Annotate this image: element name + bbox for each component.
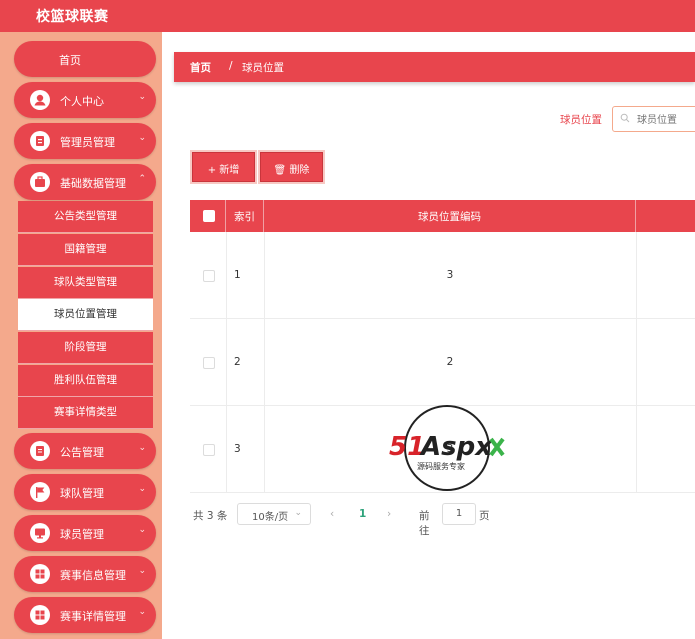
- row-checkbox[interactable]: [203, 357, 215, 369]
- monitor-icon: [30, 523, 50, 543]
- goto-suffix: 页: [479, 510, 490, 522]
- watermark-logo: 51 Aspx 源码服务专家: [387, 403, 511, 493]
- sidebar-item-label: 管理员管理: [60, 136, 115, 149]
- flag-icon: [30, 482, 50, 502]
- grid-icon: [30, 564, 50, 584]
- next-page-button[interactable]: ›: [387, 508, 391, 520]
- row-index: 2: [234, 356, 241, 368]
- top-header: 校篮球联赛: [0, 0, 695, 32]
- submenu-item-match-detail-type[interactable]: 赛事详情类型: [18, 397, 153, 429]
- chevron-down-icon: ⌄: [138, 443, 146, 453]
- column-divider: [226, 319, 227, 405]
- row-index: 1: [234, 269, 241, 281]
- sidebar-item-label: 首页: [59, 54, 81, 67]
- sidebar-item-team[interactable]: 球队管理 ⌄: [14, 474, 156, 510]
- sidebar-item-match-info[interactable]: 赛事信息管理 ⌄: [14, 556, 156, 592]
- svg-text:源码服务专家: 源码服务专家: [417, 461, 465, 471]
- table-row: 1 3: [190, 232, 695, 319]
- column-divider: [226, 232, 227, 318]
- column-divider: [226, 406, 227, 492]
- svg-text:Aspx: Aspx: [419, 432, 493, 462]
- chevron-down-icon: ⌄: [138, 566, 146, 576]
- sidebar-item-label: 个人中心: [60, 95, 104, 108]
- page-size-value: 10条/页: [252, 512, 289, 523]
- player-position-search-input[interactable]: [635, 111, 695, 129]
- breadcrumb-separator: /: [229, 60, 233, 72]
- submenu-item-team-type[interactable]: 球队类型管理: [18, 267, 153, 299]
- goto-label: 前往: [419, 510, 430, 537]
- delete-label-text: 删除: [289, 165, 310, 176]
- submenu-item-notice-type[interactable]: 公告类型管理: [18, 201, 153, 233]
- header-index-label: 索引: [234, 211, 255, 223]
- chevron-down-icon: ⌄: [138, 525, 146, 535]
- submenu-item-nationality[interactable]: 国籍管理: [18, 234, 153, 266]
- header-select-all[interactable]: [190, 200, 226, 232]
- table-row: 2 2: [190, 319, 695, 406]
- player-position-filter-label: 球员位置: [560, 114, 602, 126]
- submenu-item-player-position[interactable]: 球员位置管理: [18, 299, 153, 331]
- sidebar-item-basic-data[interactable]: 基础数据管理 ⌃: [14, 164, 156, 200]
- row-position-code: 3: [446, 269, 454, 281]
- sidebar-item-label: 赛事详情管理: [60, 610, 126, 623]
- user-icon: [30, 90, 50, 110]
- document-icon: [30, 441, 50, 461]
- delete-button[interactable]: 🗑 删除: [260, 152, 323, 182]
- add-button-label: + 新增: [207, 165, 240, 176]
- breadcrumb: 首页 / 球员位置: [174, 52, 695, 82]
- sidebar-item-admin[interactable]: 管理员管理 ⌄: [14, 123, 156, 159]
- trash-icon: 🗑: [273, 165, 287, 176]
- svg-text:51: 51: [389, 432, 425, 462]
- sidebar-item-label: 赛事信息管理: [60, 569, 126, 582]
- chevron-down-icon: ⌄: [138, 133, 146, 143]
- chevron-down-icon: ⌄: [138, 607, 146, 617]
- select-all-checkbox[interactable]: [203, 210, 215, 222]
- header-position-code-label: 球员位置编码: [418, 211, 481, 223]
- row-checkbox[interactable]: [203, 270, 215, 282]
- row-position-code: 2: [446, 356, 454, 368]
- header-index: 索引: [226, 200, 264, 232]
- main-content: 首页 / 球员位置 球员位置 + 新增 🗑 删除 索引 球员位置编码: [162, 32, 695, 639]
- search-icon: [620, 113, 630, 126]
- pagination-total: 共 3 条: [193, 510, 228, 522]
- page-size-select[interactable]: 10条/页 ⌄: [237, 503, 311, 525]
- chevron-down-icon: ⌄: [138, 92, 146, 102]
- prev-page-button[interactable]: ‹: [330, 508, 334, 520]
- goto-page-input[interactable]: 1: [442, 503, 476, 525]
- header-position-code: 球员位置编码: [264, 200, 636, 232]
- sidebar-item-label: 球员管理: [60, 528, 104, 541]
- page-number-current[interactable]: 1: [359, 508, 366, 520]
- column-divider: [636, 406, 637, 492]
- column-divider: [636, 319, 637, 405]
- admin-icon: [30, 131, 50, 151]
- delete-button-label: 🗑 删除: [261, 161, 322, 176]
- breadcrumb-home[interactable]: 首页: [190, 60, 211, 75]
- chevron-down-icon: ⌄: [294, 508, 302, 518]
- sidebar-item-notice[interactable]: 公告管理 ⌄: [14, 433, 156, 469]
- grid-icon: [30, 605, 50, 625]
- sidebar-item-label: 球队管理: [60, 487, 104, 500]
- sidebar: 首页 个人中心 ⌄ 管理员管理 ⌄ 基础数据管理 ⌃ 公告类型管理 国籍管理 球…: [0, 32, 162, 639]
- row-index: 3: [234, 443, 241, 455]
- briefcase-icon: [30, 172, 50, 192]
- submenu-item-winning-team[interactable]: 胜利队伍管理: [18, 365, 153, 397]
- sidebar-item-home[interactable]: 首页: [14, 41, 156, 77]
- sidebar-item-label: 基础数据管理: [60, 177, 126, 190]
- add-button[interactable]: + 新增: [192, 152, 255, 182]
- chevron-up-icon: ⌃: [138, 174, 146, 184]
- sidebar-item-label: 公告管理: [60, 446, 104, 459]
- sidebar-item-player[interactable]: 球员管理 ⌄: [14, 515, 156, 551]
- chevron-down-icon: ⌄: [138, 484, 146, 494]
- sidebar-item-match-detail[interactable]: 赛事详情管理 ⌄: [14, 597, 156, 633]
- column-divider: [636, 232, 637, 318]
- app-title: 校篮球联赛: [36, 9, 109, 25]
- breadcrumb-current: 球员位置: [242, 62, 284, 74]
- sidebar-item-profile[interactable]: 个人中心 ⌄: [14, 82, 156, 118]
- player-position-search-box[interactable]: [612, 106, 695, 132]
- submenu-item-stage[interactable]: 阶段管理: [18, 332, 153, 364]
- row-checkbox[interactable]: [203, 444, 215, 456]
- header-extra: [636, 200, 695, 232]
